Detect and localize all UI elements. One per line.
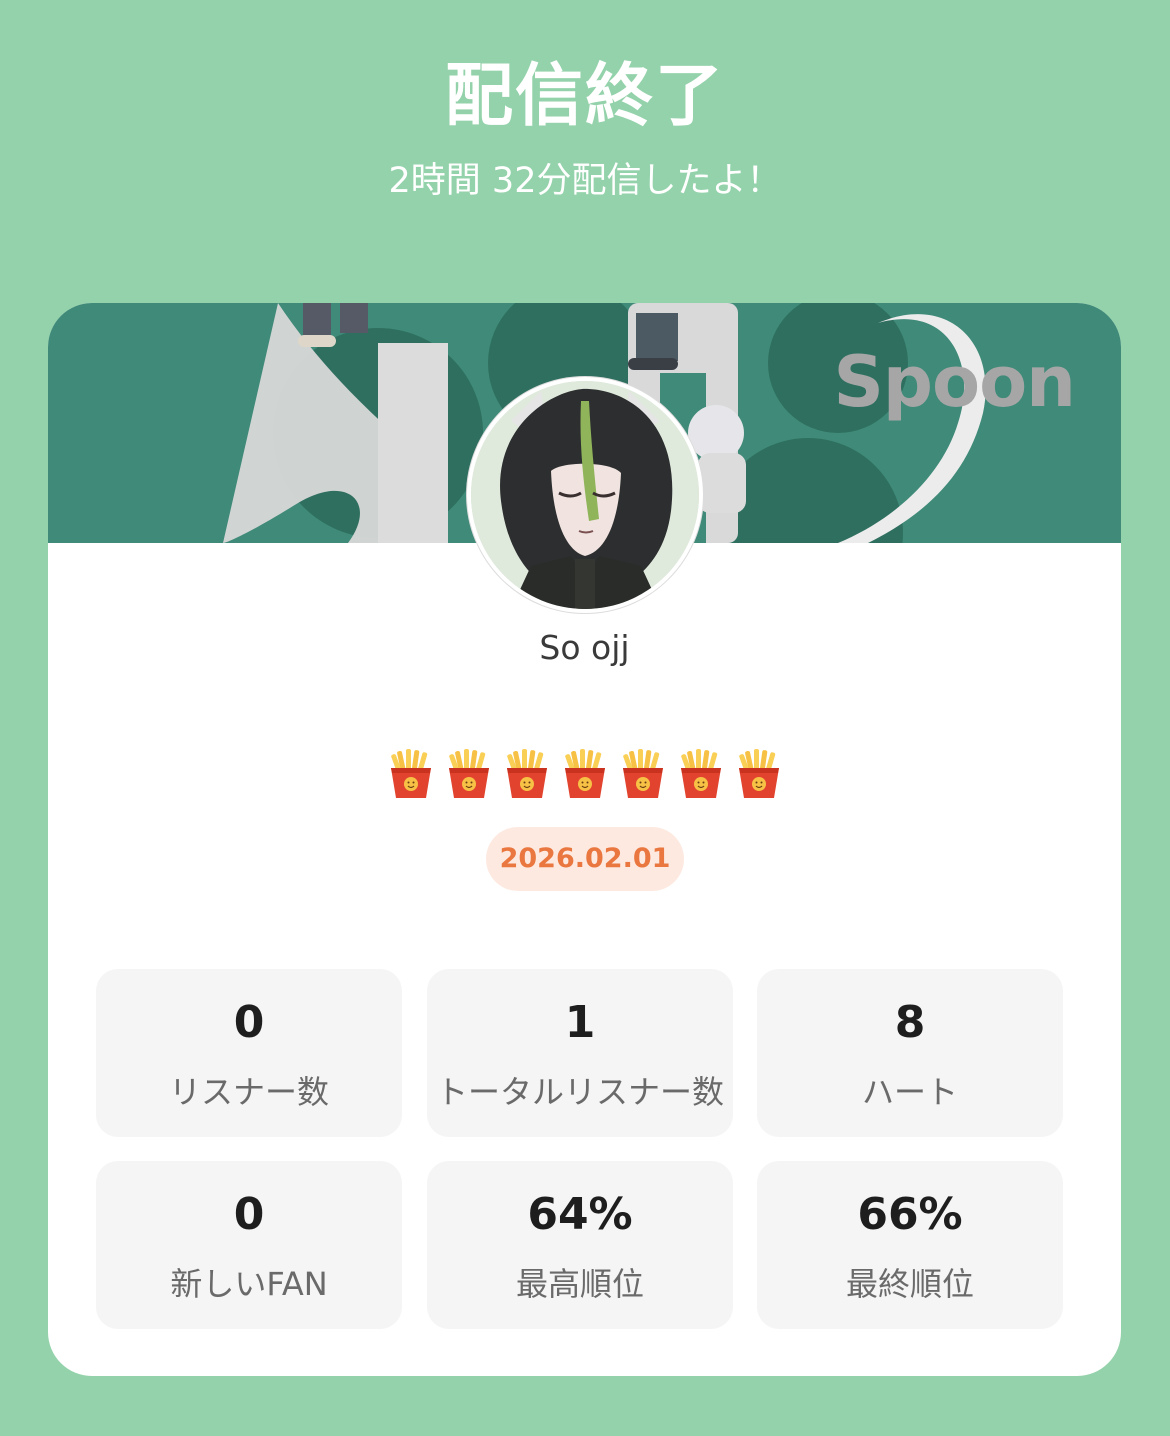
stat-label: ハート [861,1073,958,1111]
stat-value: 8 [894,997,926,1048]
stat-value: 1 [564,997,596,1048]
stat-value: 66% [857,1189,963,1240]
fries-row [48,748,1121,800]
french-fries-icon [506,749,547,798]
stat-label: トータルリスナー数 [435,1073,724,1111]
page-title: 配信終了 [444,57,725,136]
spoon-logo: Spoon [833,341,1076,423]
french-fries-icon [680,749,721,798]
french-fries-icon [390,749,431,798]
username: So ojj [539,628,630,667]
stat-highest-rank: 64% 最高順位 [427,1161,733,1329]
stat-hearts: 8 ハート [757,969,1063,1137]
stream-duration-text: 2時間 32分配信したよ！ [388,161,782,201]
stream-summary-card: Spoon So ojj 2026.02.01 0 リスナー数 1 トータルリス… [48,303,1121,1376]
stat-value: 0 [233,1189,265,1240]
stat-total-listeners: 1 トータルリスナー数 [427,969,733,1137]
avatar[interactable] [467,377,703,613]
stat-final-rank: 66% 最終順位 [757,1161,1063,1329]
stat-new-fans: 0 新しいFAN [96,1161,402,1329]
stat-listeners: 0 リスナー数 [96,969,402,1137]
date-badge: 2026.02.01 [486,827,684,891]
stat-value: 64% [527,1189,633,1240]
french-fries-icon [622,749,663,798]
french-fries-icon [738,749,779,798]
french-fries-icon [448,749,489,798]
stat-label: 新しいFAN [170,1265,328,1303]
french-fries-icon [564,749,605,798]
avatar-image [471,381,699,609]
stat-label: 最高順位 [515,1265,644,1303]
stat-label: リスナー数 [168,1073,329,1111]
stat-value: 0 [233,997,265,1048]
stat-label: 最終順位 [845,1265,974,1303]
